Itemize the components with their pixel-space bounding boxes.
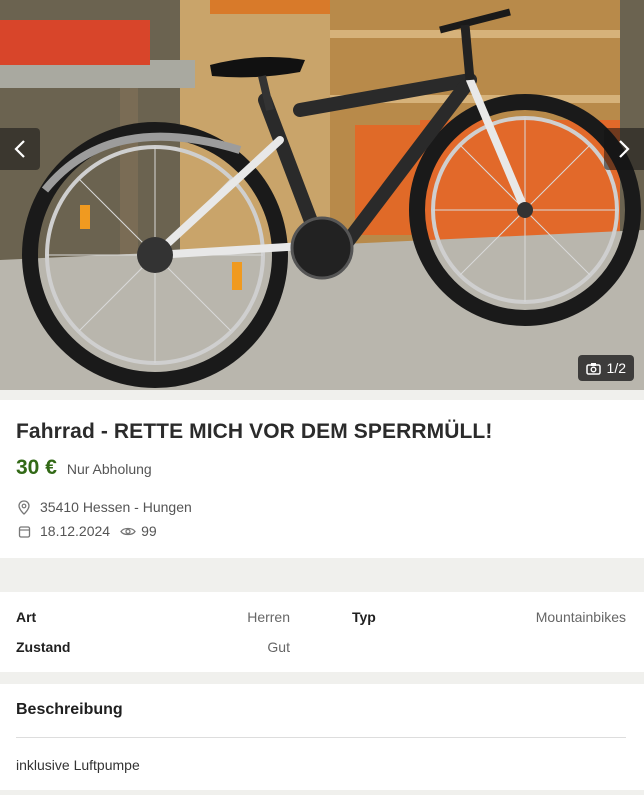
price-row: 30 € Nur Abholung [16,456,152,480]
attr-art-label: Art [16,609,37,625]
location-pin-icon [16,499,32,515]
location-text[interactable]: 35410 Hessen - Hungen [40,499,192,515]
views-number: 99 [141,523,157,539]
attr-typ-value: Mountainbikes [535,609,626,625]
attr-zustand-value: Gut [267,639,290,655]
chevron-right-icon [619,140,630,158]
listing-price: 30 € [16,456,57,479]
shipping-info: Nur Abholung [66,461,152,477]
date-row: 18.12.2024 99 [16,523,157,539]
attr-zustand-label: Zustand [16,639,71,655]
attributes-card: Art Herren Typ Mountainbikes Zustand Gut [0,592,644,672]
divider [16,737,626,738]
description-card: Beschreibung inklusive Luftpumpe [0,684,644,790]
description-text: inklusive Luftpumpe [16,757,140,773]
image-counter: 1/2 [577,355,634,381]
image-gallery[interactable]: 1/2 [0,0,644,390]
camera-icon [585,362,601,375]
calendar-icon [16,523,32,539]
posted-date: 18.12.2024 [40,523,111,539]
views-count: 99 [120,523,157,539]
listing-info-card: Fahrrad - RETTE MICH VOR DEM SPERRMÜLL! … [0,400,644,558]
gallery-next-button[interactable] [604,128,644,170]
location-row: 35410 Hessen - Hungen [16,499,192,515]
attr-typ-label: Typ [352,609,376,625]
listing-photo[interactable] [0,0,644,390]
gallery-prev-button[interactable] [0,128,40,170]
eye-icon [120,523,136,539]
description-heading: Beschreibung [16,701,123,718]
chevron-left-icon [14,140,25,158]
attr-art-value: Herren [247,609,290,625]
listing-title: Fahrrad - RETTE MICH VOR DEM SPERRMÜLL! [16,420,493,443]
image-counter-text: 1/2 [606,360,626,376]
